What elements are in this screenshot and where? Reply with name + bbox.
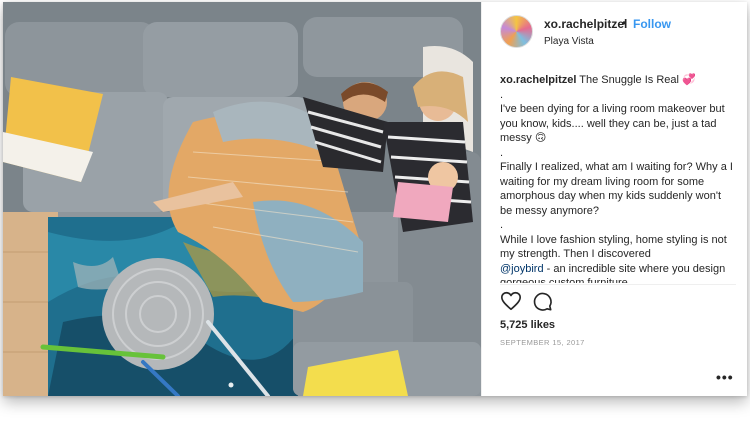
- more-options-icon[interactable]: •••: [716, 369, 734, 385]
- follow-button[interactable]: Follow: [633, 17, 671, 31]
- instagram-post-card: xo.rachelpitzel • Follow Playa Vista xo.…: [3, 2, 747, 396]
- caption-mention-line: @joybird - an incredible site where you …: [500, 262, 736, 284]
- post-photo-illustration: [3, 2, 481, 396]
- location-link[interactable]: Playa Vista: [544, 36, 594, 47]
- hearts-emoji: 💞: [682, 74, 696, 86]
- caption-first-line: xo.rachelpitzel The Snuggle Is Real 💞: [500, 73, 736, 88]
- likes-count[interactable]: 5,725 likes: [500, 319, 555, 331]
- separator-dot: •: [622, 16, 627, 30]
- heart-icon[interactable]: [500, 290, 522, 312]
- post-details-panel: xo.rachelpitzel • Follow Playa Vista xo.…: [481, 2, 747, 396]
- caption-title: The Snuggle Is Real: [576, 74, 683, 86]
- post-date: SEPTEMBER 15, 2017: [500, 338, 585, 347]
- caption-author-link[interactable]: xo.rachelpitzel: [500, 74, 576, 86]
- mention-link[interactable]: @joybird: [500, 263, 544, 275]
- caption-line: .: [500, 146, 504, 159]
- profile-avatar[interactable]: [500, 15, 533, 48]
- username-link[interactable]: xo.rachelpitzel: [544, 17, 627, 31]
- caption-line: I've been dying for a living room makeov…: [500, 103, 728, 144]
- post-caption: xo.rachelpitzel The Snuggle Is Real 💞 . …: [500, 73, 736, 283]
- comment-icon[interactable]: [531, 290, 553, 312]
- post-photo[interactable]: [3, 2, 481, 396]
- caption-line: .: [500, 88, 504, 101]
- post-header: xo.rachelpitzel • Follow Playa Vista: [482, 2, 747, 60]
- caption-line: .: [500, 219, 504, 231]
- divider: [500, 284, 736, 285]
- caption-line: While I love fashion styling, home styli…: [500, 233, 730, 261]
- caption-line: Finally I realized, what am I waiting fo…: [500, 161, 736, 217]
